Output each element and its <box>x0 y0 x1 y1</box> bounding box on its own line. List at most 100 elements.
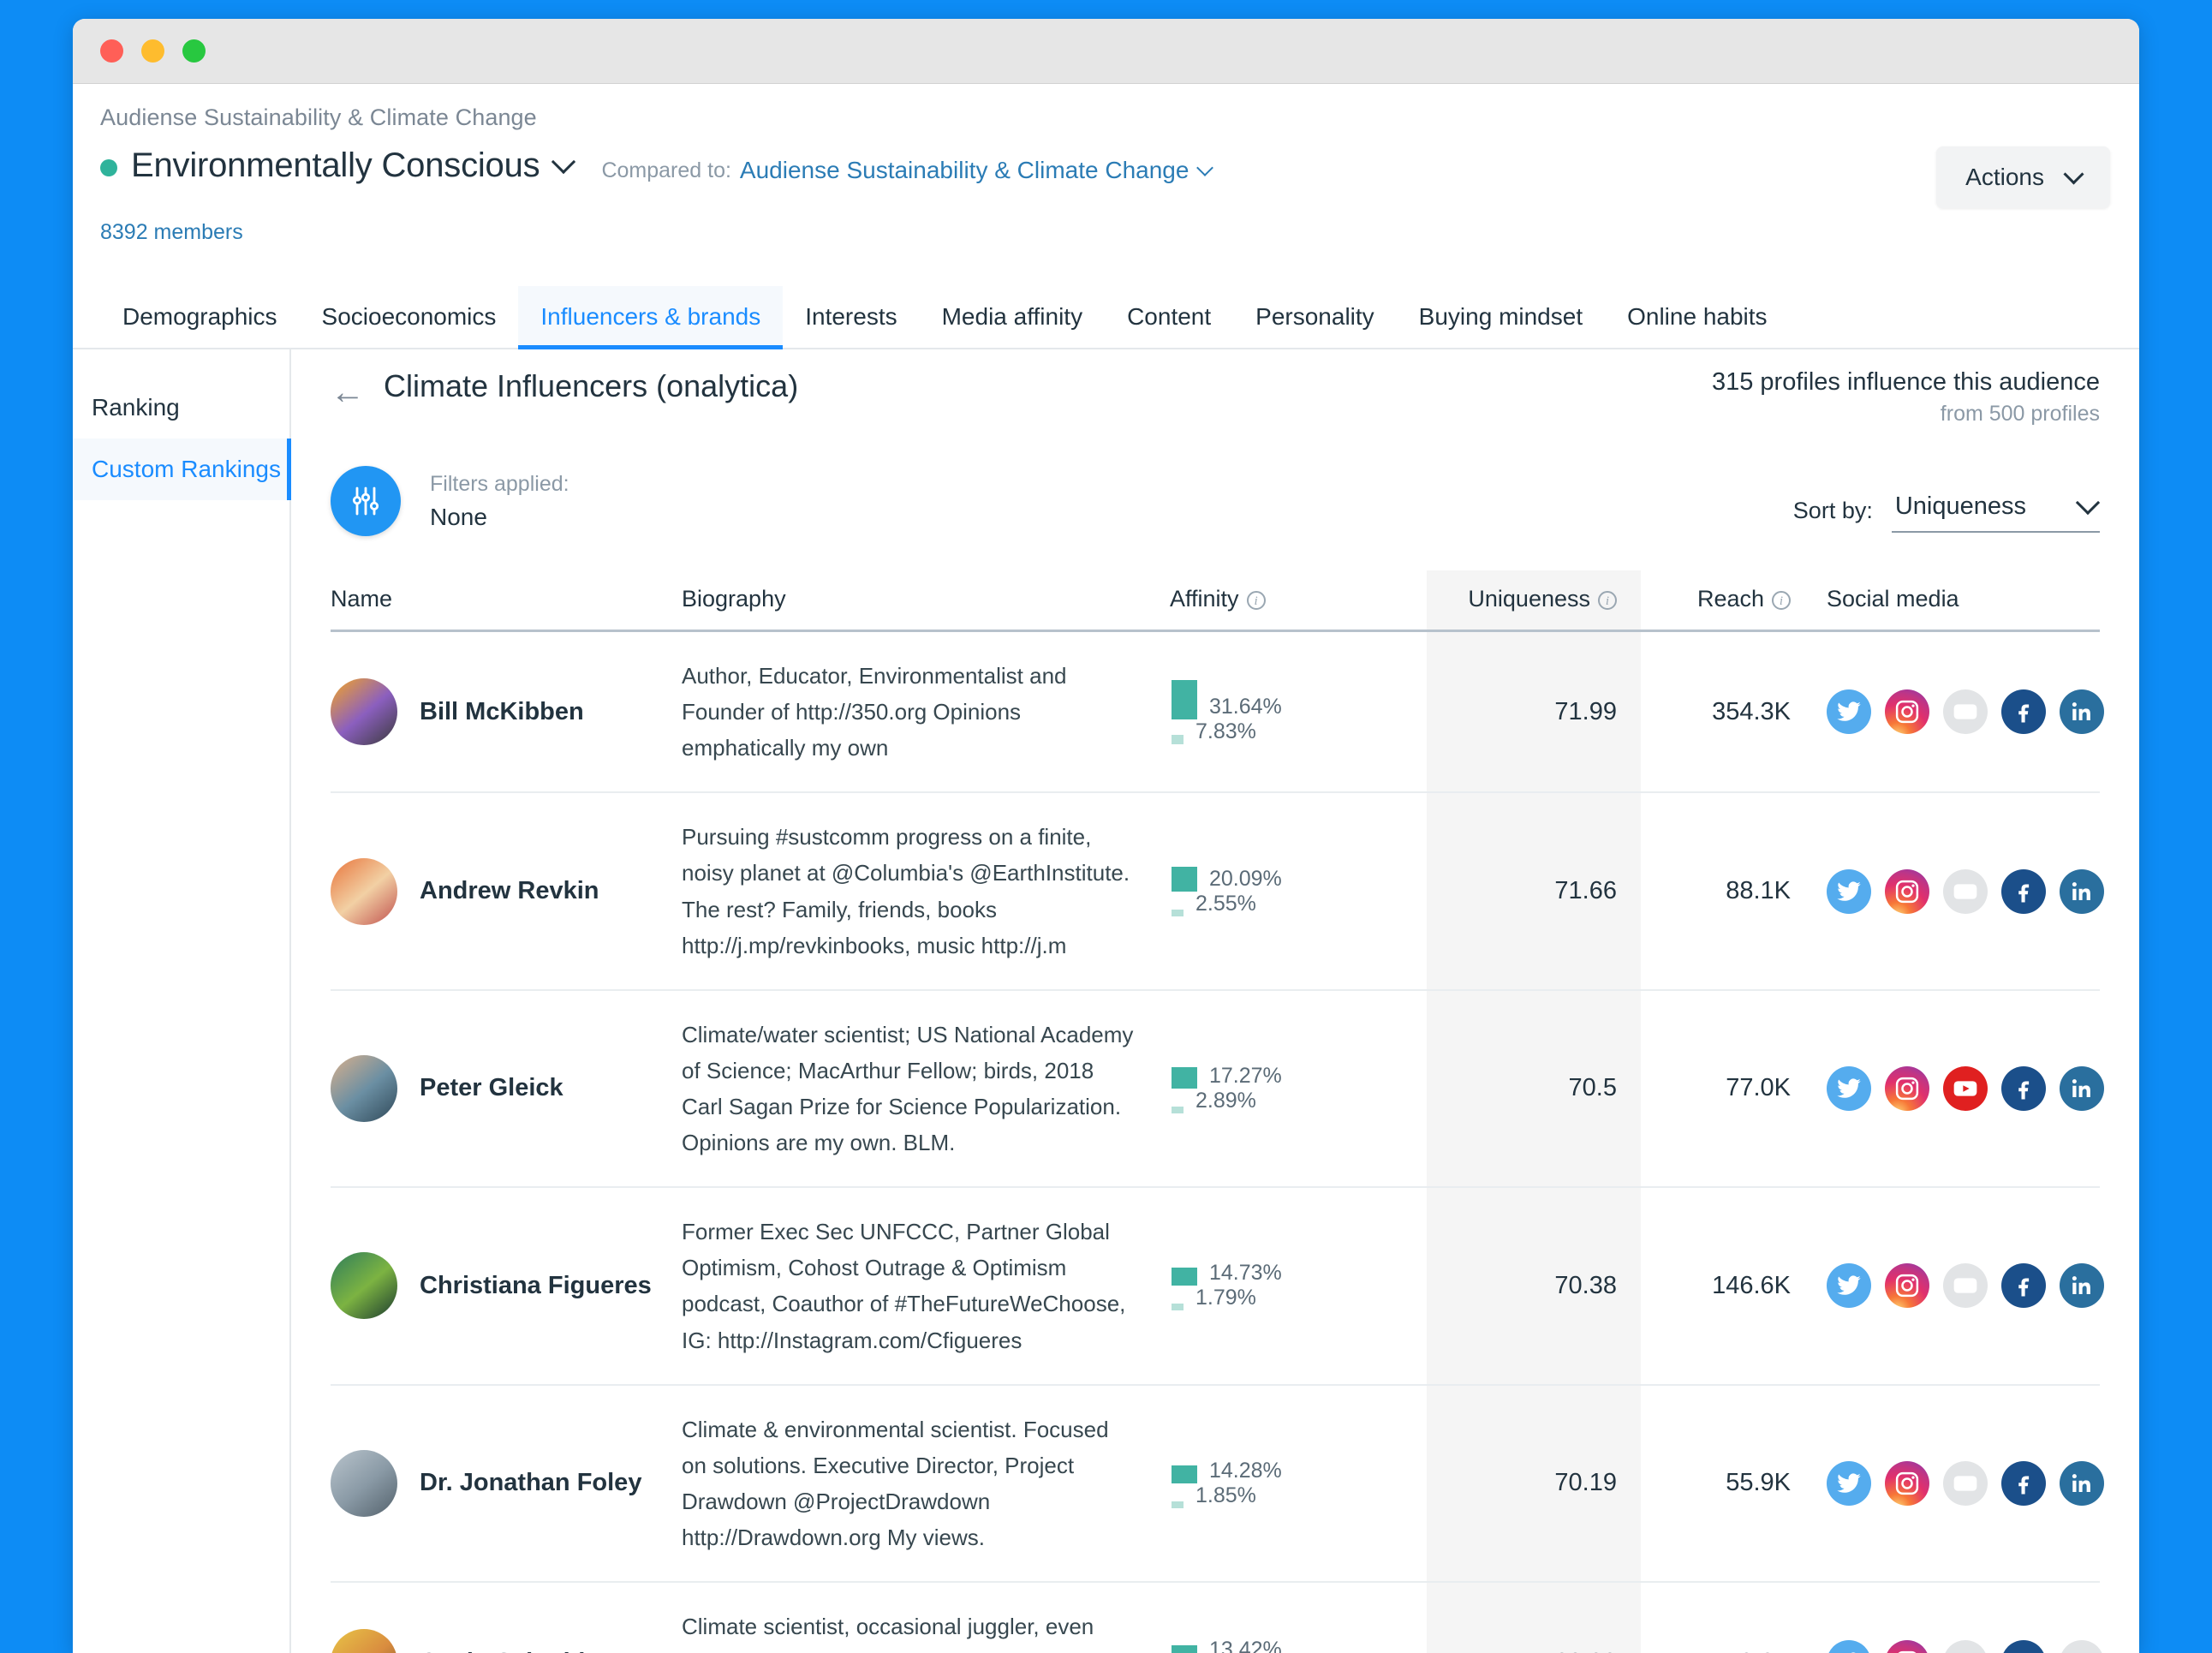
table-row[interactable]: Bill McKibben Author, Educator, Environme… <box>331 630 2104 793</box>
instagram-icon[interactable] <box>1885 1263 1929 1309</box>
column-header-reach[interactable]: Reach i <box>1641 570 1799 631</box>
linkedin-icon[interactable] <box>2060 1263 2104 1309</box>
window-close-button[interactable] <box>100 39 123 63</box>
influencer-name: Dr. Jonathan Foley <box>420 1469 642 1497</box>
back-arrow-icon[interactable]: ← <box>331 375 365 409</box>
actions-button[interactable]: Actions <box>1936 146 2110 208</box>
social-media-links <box>1827 1640 2104 1653</box>
table-row[interactable]: Christiana Figueres Former Exec Sec UNFCC… <box>331 1187 2104 1385</box>
cell-uniqueness: 70.19 <box>1427 1384 1641 1583</box>
sidebar-item-ranking[interactable]: Ranking <box>73 377 289 439</box>
affinity-primary-bar <box>1172 679 1197 719</box>
table-row[interactable]: Gavin Schmidt Climate scientist, occasion… <box>331 1582 2104 1653</box>
filters-applied-label: Filters applied: <box>430 471 569 496</box>
cell-name: Dr. Jonathan Foley <box>331 1385 682 1582</box>
facebook-icon[interactable] <box>2001 1263 2046 1309</box>
cell-uniqueness: 70.5 <box>1427 989 1641 1188</box>
table-row[interactable]: Dr. Jonathan Foley Climate & environmenta… <box>331 1384 2104 1583</box>
window-maximize-button[interactable] <box>182 39 206 63</box>
linkedin-icon[interactable] <box>2060 868 2104 914</box>
cell-social-media <box>1799 792 2104 989</box>
affinity-bars: 20.09% 2.55% <box>1170 866 1427 916</box>
cell-affinity: 14.28% 1.85% <box>1170 1385 1427 1582</box>
avatar[interactable] <box>331 1054 397 1122</box>
facebook-icon[interactable] <box>2001 1065 2046 1111</box>
tab-content[interactable]: Content <box>1105 286 1233 348</box>
tab-personality[interactable]: Personality <box>1233 286 1397 348</box>
instagram-icon[interactable] <box>1885 1065 1929 1111</box>
chevron-down-icon <box>2075 490 2101 515</box>
cell-reach: 53.6K <box>1641 1582 1799 1653</box>
tab-interests[interactable]: Interests <box>783 286 919 348</box>
youtube-icon[interactable] <box>1943 1065 1988 1111</box>
tab-socioeconomics[interactable]: Socioeconomics <box>300 286 519 348</box>
compared-to-value: Audiense Sustainability & Climate Change <box>739 157 1189 183</box>
column-header-uniqueness[interactable]: Uniqueness i <box>1427 570 1641 631</box>
facebook-icon[interactable] <box>2001 689 2046 735</box>
linkedin-icon[interactable] <box>2060 689 2104 735</box>
avatar[interactable] <box>331 1252 397 1320</box>
column-header-biography[interactable]: Biography <box>682 570 1170 631</box>
window-minimize-button[interactable] <box>141 39 164 63</box>
linkedin-icon[interactable] <box>2060 1460 2104 1506</box>
affinity-bars: 13.42%1.89% <box>1170 1638 1427 1653</box>
cell-reach: 354.3K <box>1712 697 1791 725</box>
linkedin-icon[interactable] <box>2060 1065 2104 1111</box>
affinity-primary-bar <box>1172 1066 1197 1089</box>
sidebar-item-custom-rankings[interactable]: Custom Rankings <box>73 439 291 500</box>
instagram-icon[interactable] <box>1885 1640 1929 1653</box>
segment-selector[interactable]: Environmentally Conscious <box>100 146 576 185</box>
avatar[interactable] <box>331 857 397 925</box>
info-icon[interactable]: i <box>1772 591 1791 610</box>
column-header-social-media: Social media <box>1827 586 1959 612</box>
facebook-icon[interactable] <box>2001 1640 2046 1653</box>
avatar[interactable] <box>331 678 397 746</box>
influencer-name: Andrew Revkin <box>420 877 599 905</box>
cell-name: Peter Gleick <box>331 990 682 1187</box>
tab-influencers-brands[interactable]: Influencers & brands <box>518 286 784 349</box>
twitter-icon[interactable] <box>1827 1065 1871 1111</box>
affinity-primary-value: 13.42% <box>1209 1638 1282 1653</box>
instagram-icon[interactable] <box>1885 1460 1929 1506</box>
cell-reach: 77.0K <box>1726 1074 1791 1102</box>
twitter-icon[interactable] <box>1827 1460 1871 1506</box>
tab-buying-mindset[interactable]: Buying mindset <box>1397 286 1605 348</box>
ranking-title: Climate Influencers (onalytica) <box>384 368 799 403</box>
compared-to-selector[interactable]: Compared to: Audiense Sustainability & C… <box>601 157 1214 184</box>
twitter-icon[interactable] <box>1827 689 1871 735</box>
affinity-primary-value: 17.27% <box>1209 1063 1282 1088</box>
affinity-primary-bar <box>1172 1268 1197 1286</box>
column-header-affinity[interactable]: Affinity i <box>1170 570 1427 631</box>
avatar[interactable] <box>331 1449 397 1517</box>
avatar[interactable] <box>331 1629 397 1653</box>
chevron-down-icon[interactable] <box>552 149 576 175</box>
table-row[interactable]: Andrew Revkin Pursuing #sustcomm progress… <box>331 792 2104 990</box>
instagram-icon[interactable] <box>1885 868 1929 914</box>
facebook-icon[interactable] <box>2001 1460 2046 1506</box>
influencer-name: Bill McKibben <box>420 697 584 725</box>
youtube-icon <box>1943 1460 1988 1506</box>
instagram-icon[interactable] <box>1885 689 1929 735</box>
twitter-icon[interactable] <box>1827 1640 1871 1653</box>
column-header-name[interactable]: Name <box>331 570 682 631</box>
cell-biography: Pursuing #sustcomm progress on a finite,… <box>682 792 1170 989</box>
cell-affinity: 17.27% 2.89% <box>1170 990 1427 1187</box>
segment-status-dot <box>100 158 117 176</box>
info-icon[interactable]: i <box>1598 591 1617 610</box>
info-icon[interactable]: i <box>1246 591 1266 610</box>
tab-demographics[interactable]: Demographics <box>100 286 300 348</box>
sliders-icon[interactable] <box>331 466 401 536</box>
sort-by-select[interactable]: Uniqueness <box>1891 489 2101 533</box>
chevron-down-icon <box>2063 163 2084 185</box>
filters-applied-value: None <box>430 503 487 530</box>
tab-media-affinity[interactable]: Media affinity <box>920 286 1105 348</box>
twitter-icon[interactable] <box>1827 868 1871 914</box>
members-count: 8392 members <box>100 220 243 244</box>
chevron-down-icon[interactable] <box>1196 159 1214 176</box>
tab-online-habits[interactable]: Online habits <box>1605 286 1789 348</box>
filter-row: Filters applied: None Sort by: Uniquenes… <box>331 466 2101 536</box>
table-row[interactable]: Peter Gleick Climate/water scientist; US … <box>331 989 2104 1188</box>
twitter-icon[interactable] <box>1827 1263 1871 1309</box>
cell-uniqueness: 71.99 <box>1427 630 1641 793</box>
facebook-icon[interactable] <box>2001 868 2046 914</box>
